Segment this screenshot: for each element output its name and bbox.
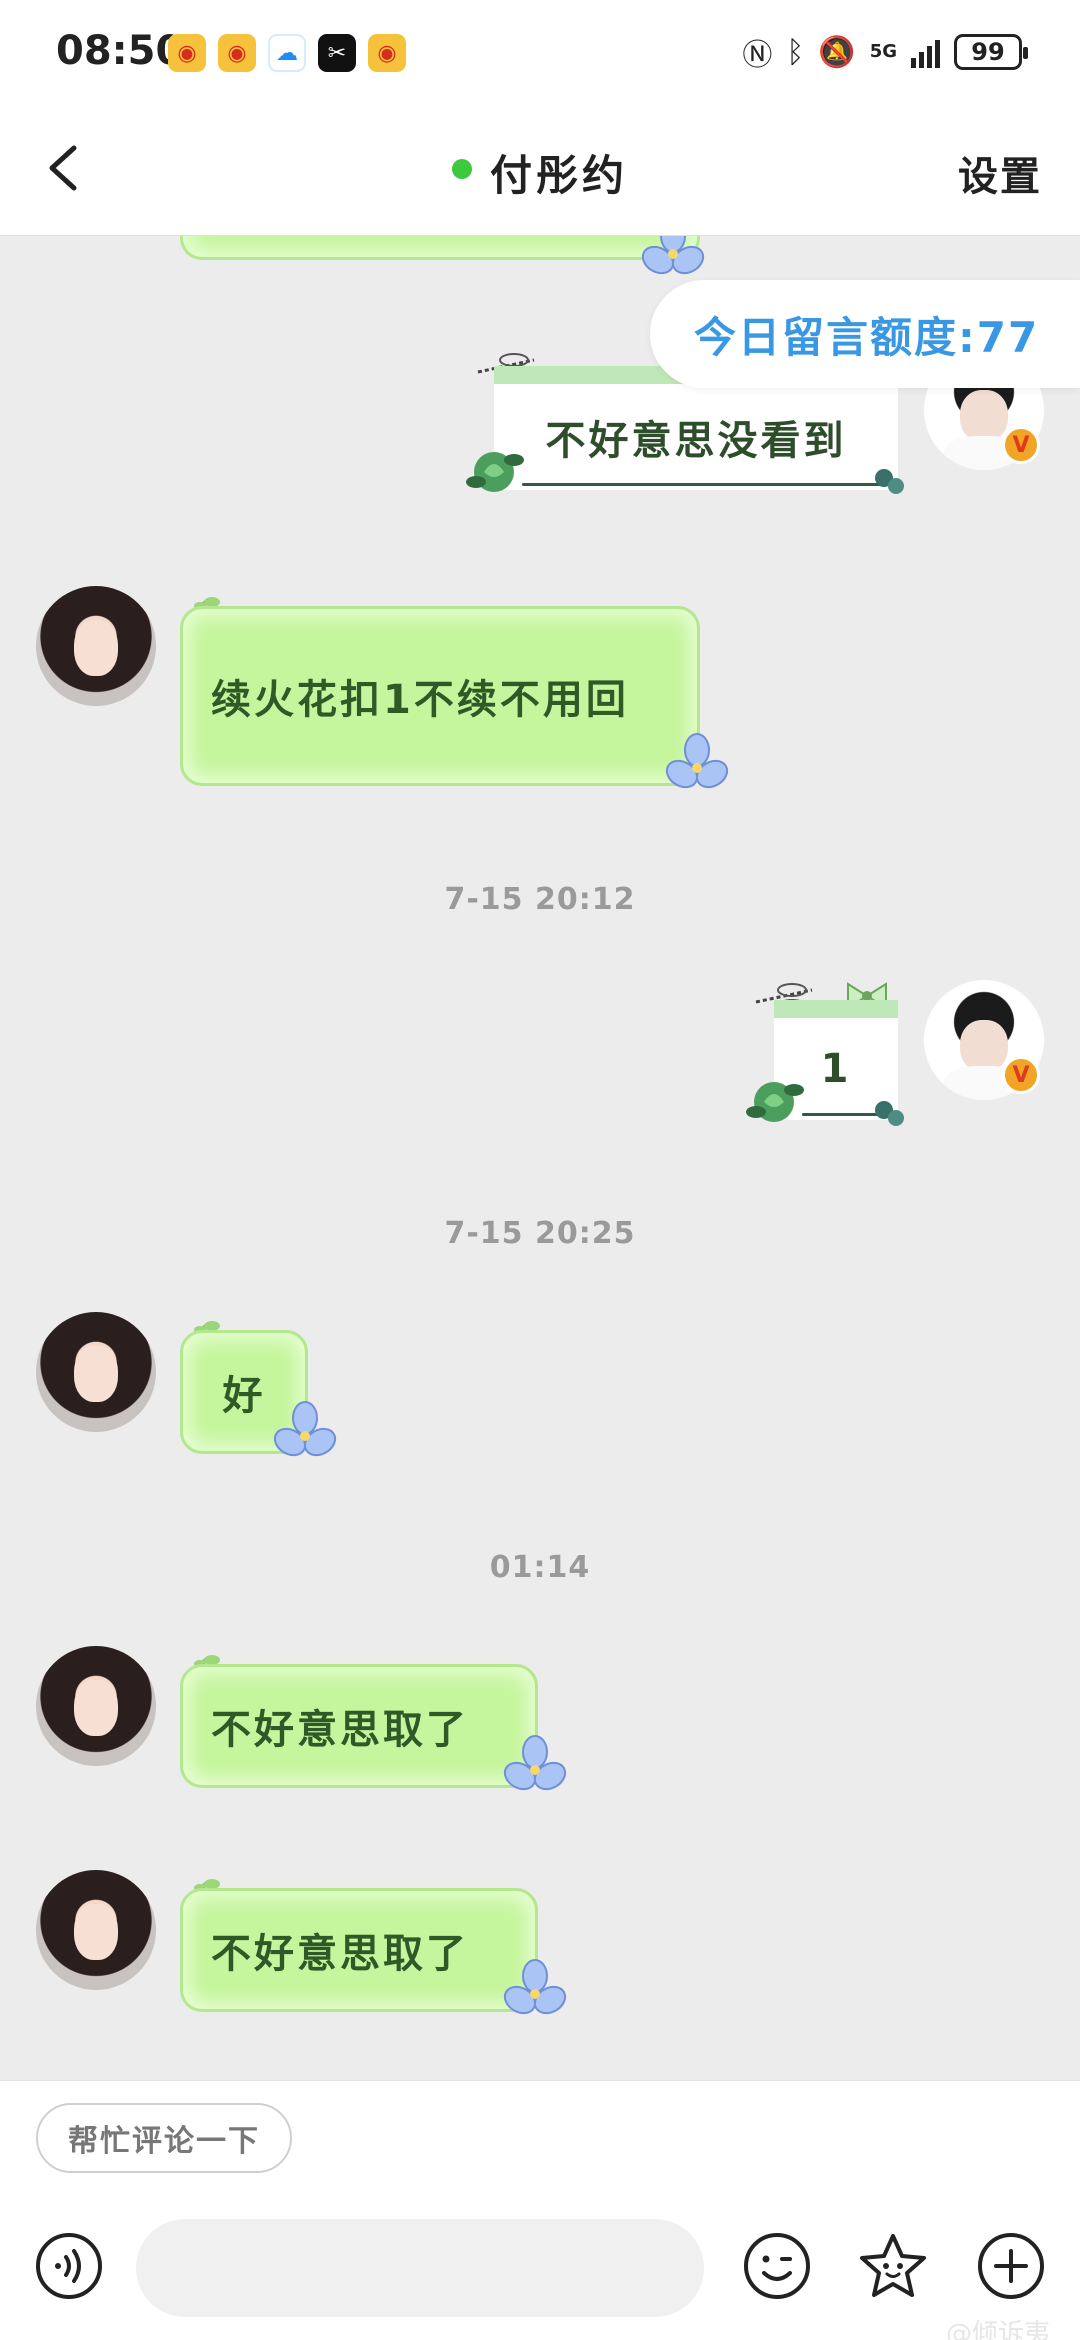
voice-button[interactable] xyxy=(34,2231,104,2301)
message-text: 续火花扣1不续不用回 xyxy=(211,677,629,723)
bluetooth-icon: ᛒ xyxy=(786,34,805,70)
capcut-icon: ✂ xyxy=(318,34,356,72)
flower-icon xyxy=(273,1401,337,1457)
flower-icon xyxy=(503,1735,567,1791)
message-timestamp: 7-15 20:25 xyxy=(444,1216,636,1251)
message-timestamp: 01:14 xyxy=(489,1550,591,1585)
battery-icon: 99 xyxy=(954,34,1028,70)
contact-name: 付彤约 xyxy=(489,151,628,200)
message-bubble-partial xyxy=(180,236,700,260)
star-sticker-icon xyxy=(860,2234,926,2297)
message-text: 1 xyxy=(820,1046,852,1092)
emoji-button[interactable] xyxy=(742,2231,812,2301)
quick-reply-chip[interactable]: 帮忙评论一下 xyxy=(36,2103,292,2173)
battery-level: 99 xyxy=(971,38,1005,66)
status-time: 08:50 xyxy=(56,28,184,74)
message-text: 不好意思没看到 xyxy=(545,418,847,464)
status-app-icons: ◉ ◉ ☁ ✂ ◉ xyxy=(168,34,406,72)
message-text: 好 xyxy=(222,1373,266,1419)
status-bar: 08:50 ◉ ◉ ☁ ✂ ◉ Ⓝ ᛒ 🔕 5G 99 xyxy=(0,0,1080,100)
verified-badge-icon: V xyxy=(1002,426,1040,464)
contact-avatar[interactable] xyxy=(36,1870,156,1990)
signal-icon xyxy=(911,36,940,68)
mute-icon: 🔕 xyxy=(818,34,856,70)
weibo-icon: ◉ xyxy=(218,34,256,72)
message-bubble-incoming[interactable]: 不好意思取了 xyxy=(180,1664,538,1788)
message-timestamp: 7-15 20:12 xyxy=(444,882,636,917)
rose-icon xyxy=(746,1082,804,1122)
contact-avatar[interactable] xyxy=(36,586,156,706)
nfc-icon: Ⓝ xyxy=(742,38,773,73)
network-type: 5G xyxy=(869,41,897,62)
message-input[interactable] xyxy=(136,2219,704,2317)
settings-button[interactable]: 设置 xyxy=(958,144,1042,202)
sticker-button[interactable] xyxy=(858,2231,928,2301)
flower-icon xyxy=(641,236,705,275)
cloud-app-icon: ☁ xyxy=(268,34,306,72)
contact-avatar[interactable] xyxy=(36,1312,156,1432)
message-bubble-incoming[interactable]: 续火花扣1不续不用回 xyxy=(180,606,700,786)
plus-icon xyxy=(978,2233,1044,2299)
message-bubble-incoming[interactable]: 不好意思取了 xyxy=(180,1888,538,2012)
message-text: 不好意思取了 xyxy=(211,1931,469,1977)
chat-title: 付彤约 xyxy=(0,142,1080,203)
verified-badge-icon: V xyxy=(1002,1056,1040,1094)
flower-icon xyxy=(503,1959,567,2015)
more-button[interactable] xyxy=(976,2231,1046,2301)
message-list[interactable]: 今日留言额度:77 V 不好意思没看到 续火花扣1不续不用回 7-15 20:1… xyxy=(0,236,1080,2080)
message-quota-badge: 今日留言额度:77 xyxy=(650,280,1080,388)
input-bar: 帮忙评论一下 @倾诉夷 xyxy=(0,2080,1080,2340)
rose-icon xyxy=(466,452,524,492)
online-status-dot xyxy=(451,158,472,179)
flower-icon xyxy=(665,733,729,789)
weibo-icon: ◉ xyxy=(168,34,206,72)
watermark: @倾诉夷 xyxy=(945,2319,1050,2340)
berry-icon xyxy=(875,1101,904,1126)
message-text: 不好意思取了 xyxy=(211,1707,469,1753)
contact-avatar[interactable] xyxy=(36,1646,156,1766)
status-indicators: Ⓝ ᛒ 🔕 5G 99 xyxy=(742,30,1028,74)
weibo-icon: ◉ xyxy=(368,34,406,72)
berry-icon xyxy=(875,469,904,494)
chat-header: 付彤约 设置 xyxy=(0,100,1080,236)
emoji-icon xyxy=(744,2233,810,2299)
voice-icon xyxy=(36,2233,102,2299)
